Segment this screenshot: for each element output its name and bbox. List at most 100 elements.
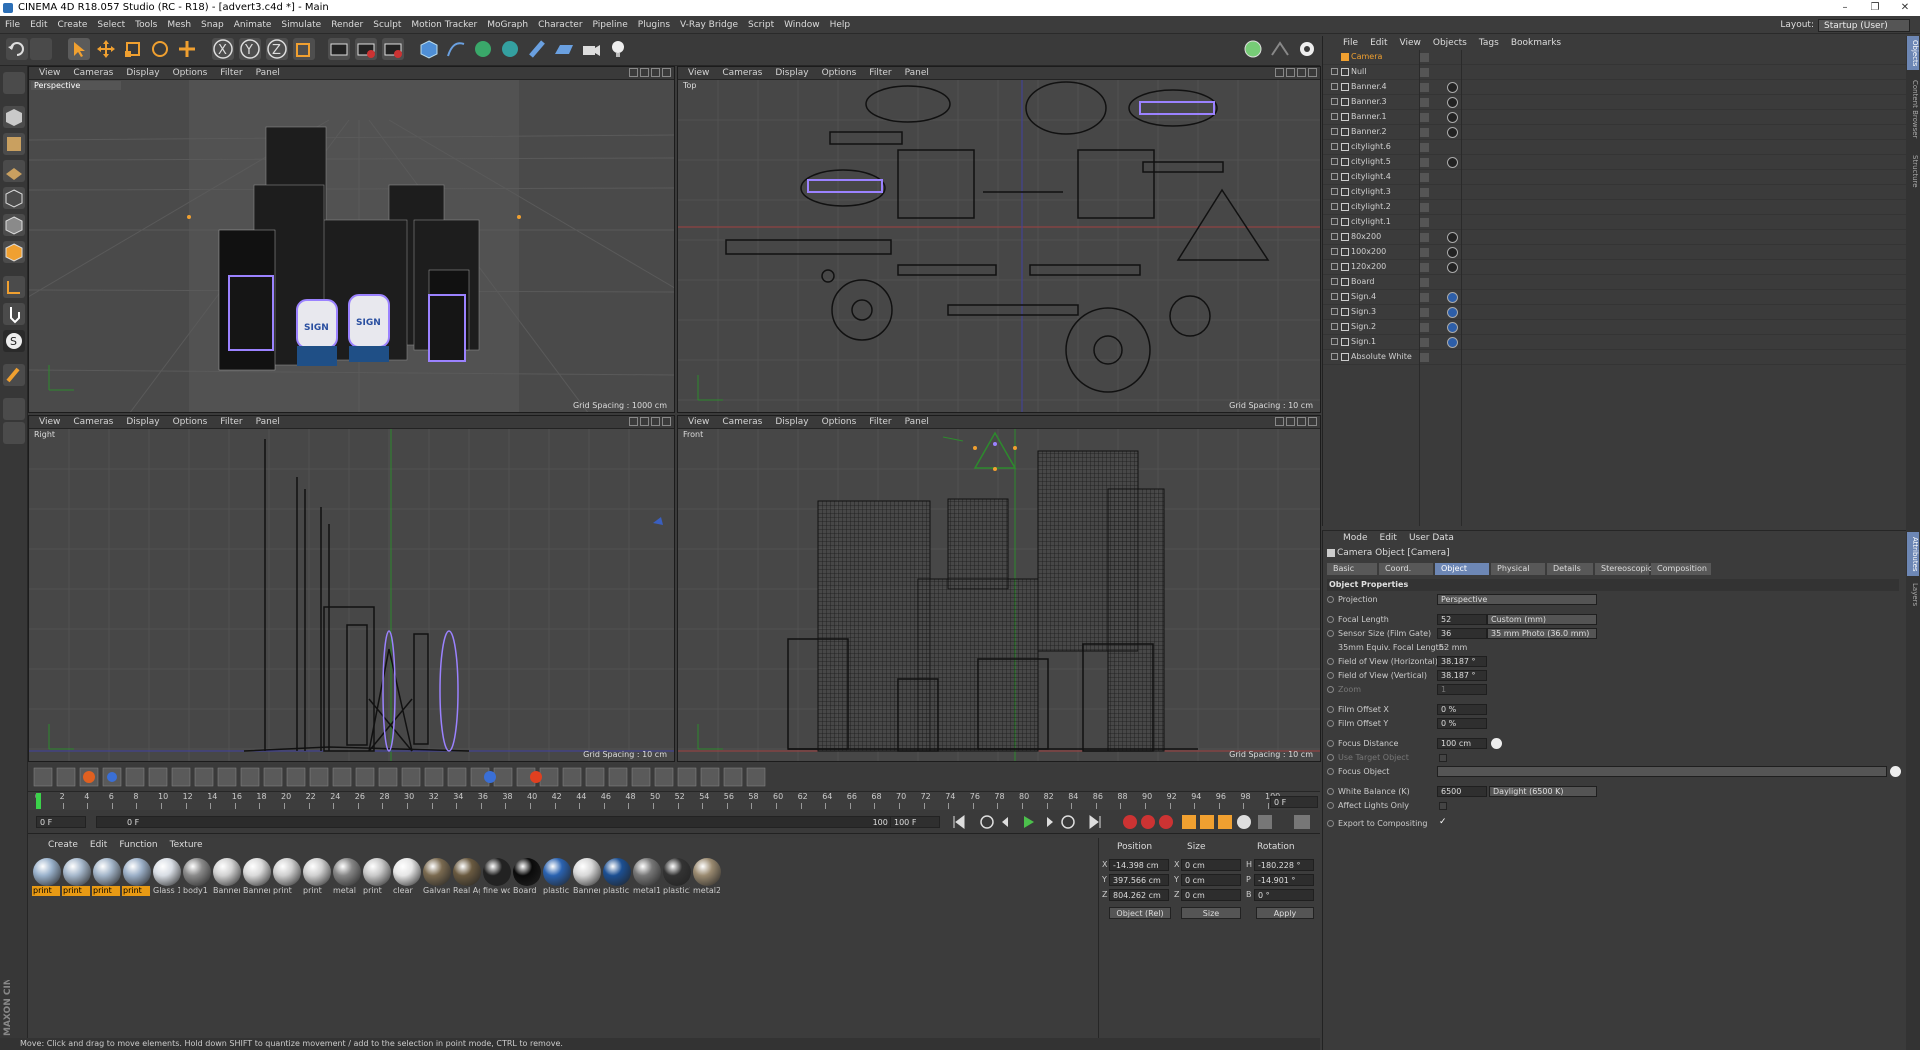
preview-range-slider[interactable]: 0 F 100 F (96, 816, 906, 828)
orbit-icon[interactable] (1297, 68, 1306, 77)
position-y-field[interactable]: 397.566 cm (1109, 874, 1169, 886)
view-menu[interactable]: View (688, 68, 709, 78)
maximize-view-icon[interactable] (662, 417, 671, 426)
y-axis-icon[interactable]: Y (239, 38, 261, 60)
pan-icon[interactable] (1275, 68, 1284, 77)
menu-mograph[interactable]: MoGraph (482, 20, 533, 30)
visibility-toggle[interactable] (1419, 98, 1429, 107)
texture-tag-icon[interactable] (1447, 247, 1458, 258)
array-icon[interactable] (499, 38, 521, 60)
tweak-mode-icon[interactable] (3, 303, 25, 325)
texture-tag-icon[interactable] (1447, 262, 1458, 273)
object-row[interactable]: Banner.4 (1323, 80, 1907, 95)
gear-icon[interactable] (1296, 38, 1318, 60)
material-tag-icon[interactable] (1447, 322, 1458, 333)
material-swatch[interactable]: Banner (212, 858, 246, 902)
anim-dot[interactable] (1327, 754, 1334, 761)
viewport-label-front[interactable]: Front (680, 430, 706, 439)
filter-menu[interactable]: Filter (220, 68, 242, 78)
object-row[interactable]: Sign.2 (1323, 320, 1907, 335)
viewport-label-right[interactable]: Right (31, 430, 58, 439)
edges-mode-icon[interactable] (3, 214, 25, 236)
object-row[interactable]: Banner.3 (1323, 95, 1907, 110)
anim-dot[interactable] (1327, 672, 1334, 679)
pen-spline-icon[interactable] (445, 38, 467, 60)
tab-details[interactable]: Details (1547, 563, 1593, 575)
expand-icon[interactable] (1331, 188, 1338, 195)
light-icon[interactable] (607, 38, 629, 60)
orbit-icon[interactable] (651, 68, 660, 77)
layout-dropdown[interactable]: Startup (User) (1818, 18, 1910, 32)
material-swatch[interactable]: plastic1 (542, 858, 576, 902)
vray-settings-icon[interactable] (1269, 38, 1291, 60)
panel-menu[interactable]: Panel (256, 68, 280, 78)
current-frame-field[interactable]: 0 F (1270, 796, 1318, 808)
visibility-toggle[interactable] (1419, 68, 1429, 77)
menu-motion-tracker[interactable]: Motion Tracker (406, 20, 482, 30)
menu-mesh[interactable]: Mesh (162, 20, 196, 30)
object-row[interactable]: citylight.6 (1323, 140, 1907, 155)
expand-icon[interactable] (1331, 143, 1338, 150)
menu-edit[interactable]: Edit (25, 20, 52, 30)
expand-icon[interactable] (1331, 263, 1338, 270)
object-row[interactable]: citylight.5 (1323, 155, 1907, 170)
tab-basic[interactable]: Basic (1327, 563, 1377, 575)
object-row[interactable]: Sign.3 (1323, 305, 1907, 320)
visibility-toggle[interactable] (1419, 338, 1429, 347)
move-icon[interactable] (95, 38, 117, 60)
viewport-top[interactable]: View Cameras Display Options Filter Pane… (677, 66, 1321, 413)
white-balance-dropdown[interactable]: Daylight (6500 K) (1489, 786, 1597, 797)
visibility-toggle[interactable] (1419, 353, 1429, 362)
maximize-view-icon[interactable] (1308, 417, 1317, 426)
redo-icon[interactable] (30, 38, 52, 60)
object-row[interactable]: Banner.2 (1323, 125, 1907, 140)
minimize-button[interactable]: – (1830, 0, 1860, 16)
menu-script[interactable]: Script (743, 20, 779, 30)
side-tab-attributes[interactable]: Attributes (1907, 532, 1919, 576)
material-swatch[interactable]: clear (392, 858, 426, 902)
material-swatch[interactable]: Banner (572, 858, 606, 902)
start-frame-field[interactable]: 0 F (36, 816, 86, 828)
anim-dot[interactable] (1327, 802, 1334, 809)
view-menu[interactable]: View (39, 68, 60, 78)
expand-icon[interactable] (1331, 218, 1338, 225)
menu-create[interactable]: Create (53, 20, 93, 30)
expand-icon[interactable] (1331, 323, 1338, 330)
expand-icon[interactable] (1331, 113, 1338, 120)
visibility-toggle[interactable] (1419, 113, 1429, 122)
om-edit-menu[interactable]: Edit (1370, 38, 1387, 48)
rotate-icon[interactable] (149, 38, 171, 60)
orbit-icon[interactable] (651, 417, 660, 426)
anim-dot[interactable] (1327, 768, 1334, 775)
anim-dot[interactable] (1327, 686, 1334, 693)
affect-lights-checkbox[interactable] (1439, 802, 1447, 810)
orbit-icon[interactable] (1297, 417, 1306, 426)
menu-animate[interactable]: Animate (229, 20, 277, 30)
texture-tag-icon[interactable] (1447, 97, 1458, 108)
zoom-icon[interactable] (640, 417, 649, 426)
texture-tag-icon[interactable] (1447, 127, 1458, 138)
texture-mode-icon[interactable] (3, 133, 25, 155)
size-z-field[interactable]: 0 cm (1181, 889, 1241, 901)
visibility-toggle[interactable] (1419, 188, 1429, 197)
expand-icon[interactable] (1331, 248, 1338, 255)
view-menu[interactable]: View (39, 417, 60, 427)
expand-icon[interactable] (1331, 68, 1338, 75)
display-menu[interactable]: Display (126, 417, 159, 427)
pan-icon[interactable] (1275, 417, 1284, 426)
material-swatch[interactable]: Real Ag (452, 858, 486, 902)
visibility-toggle[interactable] (1419, 308, 1429, 317)
expand-icon[interactable] (1331, 158, 1338, 165)
material-swatch[interactable]: print (272, 858, 306, 902)
z-axis-icon[interactable]: Z (266, 38, 288, 60)
rotation-b-field[interactable]: 0 ° (1254, 889, 1314, 901)
maximize-view-icon[interactable] (1308, 68, 1317, 77)
side-tab-objects[interactable]: Objects (1907, 36, 1919, 70)
position-z-field[interactable]: 804.262 cm (1109, 889, 1169, 901)
menu-pipeline[interactable]: Pipeline (588, 20, 633, 30)
visibility-toggle[interactable] (1419, 278, 1429, 287)
texture-tag-icon[interactable] (1447, 112, 1458, 123)
texture-tag-icon[interactable] (1447, 82, 1458, 93)
film-offset-y-field[interactable]: 0 % (1437, 718, 1487, 729)
material-edit-menu[interactable]: Edit (90, 840, 107, 850)
